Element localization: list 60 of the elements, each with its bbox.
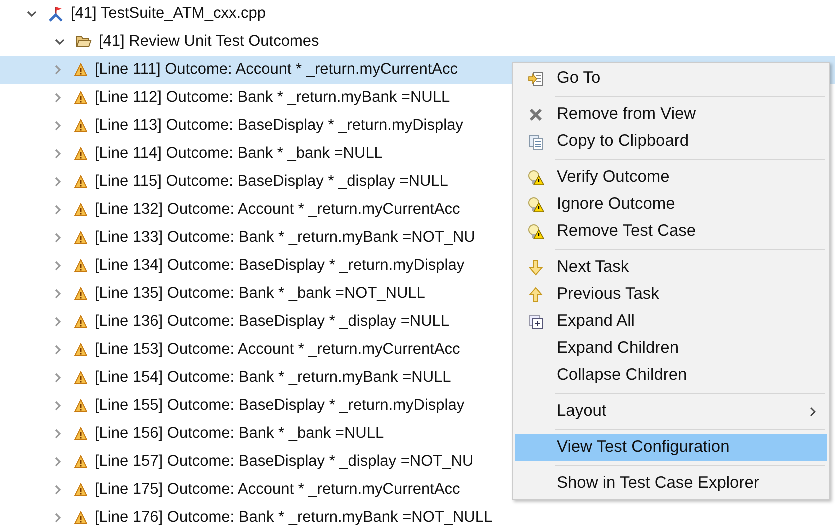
tree-item-label[interactable]: [Line 157] Outcome: BaseDisplay * _display =NOT_NU <box>95 453 474 471</box>
tree-item-label[interactable]: [41] TestSuite_ATM_cxx.cpp <box>71 5 266 23</box>
warning-icon <box>74 287 88 301</box>
tree-item-label[interactable]: [Line 153] Outcome: Account * _return.myCurrentAcc <box>95 341 460 359</box>
warning-icon <box>74 315 88 329</box>
menu-item[interactable]: Previous Task <box>515 281 827 308</box>
menu-item[interactable]: Remove from View <box>515 101 827 128</box>
menu-item[interactable]: Collapse Children <box>515 362 827 389</box>
clipboard-icon <box>528 134 544 150</box>
warning-icon <box>74 511 88 525</box>
tree-item-label[interactable]: [Line 113] Outcome: BaseDisplay * _return.myDisplay <box>95 117 464 135</box>
bulb-warning-icon <box>528 196 544 212</box>
warning-icon <box>74 91 88 105</box>
warning-icon <box>74 231 88 245</box>
warning-icon <box>74 259 88 273</box>
tree-item-label[interactable]: [Line 156] Outcome: Bank * _bank =NULL <box>95 425 384 443</box>
expand-all-icon <box>528 314 544 330</box>
menu-item[interactable]: Copy to Clipboard <box>515 128 827 155</box>
warning-icon <box>74 119 88 133</box>
warning-icon <box>74 343 88 357</box>
warning-icon <box>74 371 88 385</box>
tree-item-label[interactable]: [Line 133] Outcome: Bank * _return.myBank =NOT_NU <box>95 229 476 247</box>
menu-item[interactable]: Show in Test Case Explorer <box>515 470 827 497</box>
tree-item-label[interactable]: [Line 175] Outcome: Account * _return.myCurrentAcc <box>95 481 460 499</box>
tree-item-label[interactable]: [Line 135] Outcome: Bank * _bank =NOT_NULL <box>95 285 426 303</box>
menu-item[interactable]: Ignore Outcome <box>515 191 827 218</box>
tree-item-label[interactable]: [Line 112] Outcome: Bank * _return.myBank =NULL <box>95 89 450 107</box>
tree-item-label[interactable]: [Line 176] Outcome: Bank * _return.myBank =NOT_NULL <box>95 509 493 527</box>
remove-icon <box>529 108 543 122</box>
warning-icon <box>74 399 88 413</box>
menu-item[interactable]: View Test Configuration <box>515 434 827 461</box>
menu-item[interactable]: Layout <box>515 398 827 425</box>
warning-icon <box>74 427 88 441</box>
tree-item-label[interactable]: [Line 132] Outcome: Account * _return.myCurrentAcc <box>95 201 460 219</box>
warning-icon <box>74 203 88 217</box>
bulb-warning-icon <box>528 170 544 186</box>
tree-item-label[interactable]: [41] Review Unit Test Outcomes <box>99 33 320 51</box>
down-arrow-icon <box>529 260 543 276</box>
tree-item-label[interactable]: [Line 111] Outcome: Account * _return.myCurrentAcc <box>95 61 458 79</box>
menu-item[interactable]: Expand All <box>515 308 827 335</box>
up-arrow-icon <box>529 286 543 302</box>
tree-item-label[interactable]: [Line 154] Outcome: Bank * _return.myBank =NULL <box>95 369 452 387</box>
warning-icon <box>74 147 88 161</box>
menu-item[interactable]: Remove Test Case <box>515 218 827 245</box>
tree-item-label[interactable]: [Line 136] Outcome: BaseDisplay * _display =NULL <box>95 313 450 331</box>
menu-item[interactable]: Next Task <box>515 254 827 281</box>
tree-item-label[interactable]: [Line 155] Outcome: BaseDisplay * _return.myDisplay <box>95 397 465 415</box>
go-to-icon <box>528 70 544 86</box>
warning-icon <box>74 175 88 189</box>
menu-item[interactable]: Verify Outcome <box>515 164 827 191</box>
warning-icon <box>74 483 88 497</box>
menu-item[interactable]: Expand Children <box>515 335 827 362</box>
warning-icon <box>74 63 88 77</box>
warning-icon <box>74 455 88 469</box>
tree-item-label[interactable]: [Line 115] Outcome: BaseDisplay * _display =NULL <box>95 173 448 191</box>
tree-item-label[interactable]: [Line 134] Outcome: BaseDisplay * _return.myDisplay <box>95 257 465 275</box>
folder-icon <box>76 35 92 49</box>
tree-item-label[interactable]: [Line 114] Outcome: Bank * _bank =NULL <box>95 145 383 163</box>
bulb-warning-icon <box>528 224 544 240</box>
suite-icon <box>48 5 64 23</box>
